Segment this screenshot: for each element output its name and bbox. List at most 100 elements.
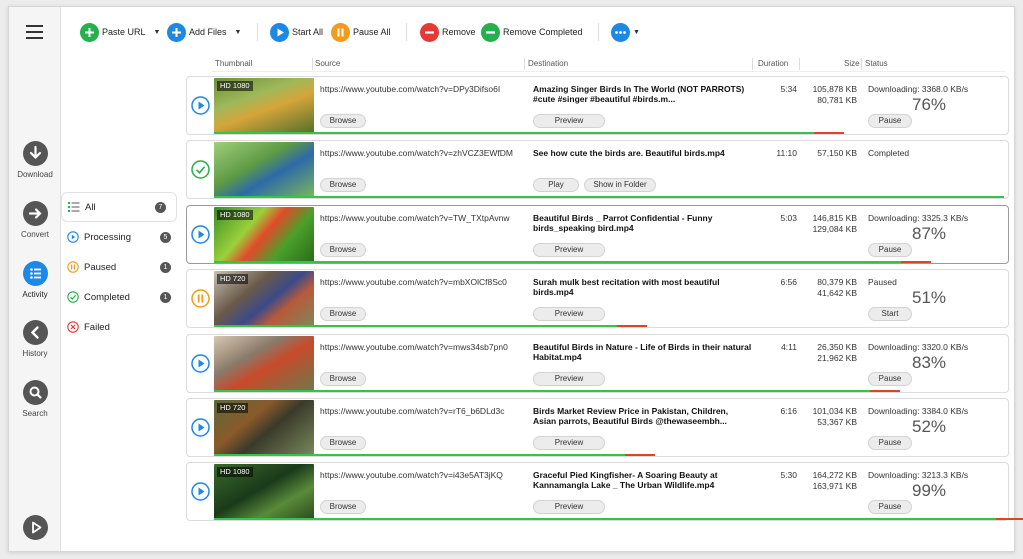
quality-badge: HD 720 (217, 403, 249, 413)
filter-processing[interactable]: Processing 5 (61, 222, 181, 252)
destination-filename: Beautiful Birds in Nature - Life of Bird… (533, 341, 752, 362)
show-in-folder-button[interactable]: Show in Folder (584, 178, 656, 193)
preview-button[interactable]: Preview (533, 371, 605, 386)
toolbar-divider (406, 23, 407, 41)
play-circle-icon[interactable] (191, 482, 210, 502)
col-size: Size (844, 59, 860, 68)
filter-paused-label: Paused (84, 261, 117, 273)
browse-button[interactable]: Browse (320, 178, 366, 193)
nav-history-label: History (22, 349, 48, 358)
browse-button[interactable]: Browse (320, 436, 366, 450)
filter-list: All 7 Processing 5 Paused 1 Completed 1 … (61, 192, 181, 342)
pause-circle-icon[interactable] (191, 289, 210, 308)
download-row[interactable]: HD 1080 https://www.youtube.com/watch?v=… (186, 462, 1023, 522)
status-text: Completed (868, 148, 910, 159)
minus-icon (420, 22, 439, 42)
progress-percent: 51% (912, 288, 947, 308)
browse-button[interactable]: Browse (320, 114, 366, 128)
preview-button[interactable]: Preview (533, 436, 605, 450)
duration: 5:03 (780, 212, 797, 223)
history-back-icon (22, 320, 48, 345)
quality-badge: HD 720 (217, 274, 249, 285)
preview-button[interactable]: Preview (533, 114, 605, 128)
destination-filename: Surah mulk best recitation with most bea… (533, 277, 720, 298)
nav-search[interactable]: Search (9, 380, 61, 418)
nav-download[interactable]: Download (9, 141, 61, 179)
download-row[interactable]: https://www.youtube.com/watch?v=mws34sb7… (186, 333, 1009, 393)
destination-filename: Beautiful Birds _ Parrot Confidential - … (533, 212, 713, 233)
preview-button[interactable]: Preview (533, 500, 605, 515)
play-circle-icon[interactable] (191, 353, 210, 373)
status-text: Downloading: 3325.3 KB/s (868, 212, 969, 223)
download-row[interactable]: HD 720 https://www.youtube.com/watch?v=m… (186, 269, 1009, 329)
size-info: 146,815 KB 129,084 KB (805, 213, 857, 235)
toolbar: Paste URL ▼ Add Files ▼ Start All Pause … (61, 7, 1014, 57)
download-row[interactable]: HD 1080 https://www.youtube.com/watch?v=… (186, 76, 1009, 135)
preview-button[interactable]: Preview (533, 242, 605, 257)
nav-convert[interactable]: Convert (9, 201, 61, 239)
pause-button[interactable]: Pause (868, 371, 912, 386)
chevron-down-icon[interactable]: ▼ (235, 29, 242, 36)
pause-all-button[interactable]: Pause All (331, 22, 391, 42)
browse-button[interactable]: Browse (320, 242, 366, 257)
more-dots-icon (611, 22, 630, 42)
chevron-down-icon[interactable]: ▼ (154, 29, 161, 36)
filter-paused[interactable]: Paused 1 (61, 252, 181, 282)
destination-filename: Amazing Singer Birds In The World (NOT P… (533, 84, 745, 104)
player-play-icon[interactable] (23, 515, 48, 540)
col-destination: Destination (528, 59, 569, 68)
filter-all[interactable]: All 7 (61, 192, 177, 222)
pause-button[interactable]: Pause (868, 436, 912, 450)
download-row[interactable]: HD 720 https://www.youtube.com/watch?v=r… (186, 398, 1009, 457)
browse-button[interactable]: Browse (320, 307, 366, 322)
size-total: 146,815 KB (812, 212, 857, 223)
download-row[interactable]: https://www.youtube.com/watch?v=zhVCZ3EW… (186, 140, 1009, 200)
play-button[interactable]: Play (533, 178, 579, 193)
duration: 5:34 (780, 84, 797, 94)
size-info: 26,350 KB 21,962 KB (805, 342, 857, 364)
quality-badge: HD 1080 (217, 467, 253, 478)
filter-completed-count: 1 (160, 291, 171, 303)
remove-completed-button[interactable]: Remove Completed (481, 22, 583, 42)
status-text: Downloading: 3320.0 KB/s (868, 341, 969, 352)
download-icon (22, 141, 48, 166)
x-circle-icon (67, 321, 79, 333)
nav-history[interactable]: History (9, 320, 61, 358)
filter-all-label: All (85, 201, 96, 213)
activity-list-icon (22, 261, 48, 286)
play-circle-icon[interactable] (191, 225, 210, 244)
pause-button[interactable]: Pause (868, 500, 912, 515)
column-divider (861, 58, 862, 70)
left-navbar: Download Convert Activity History Search (9, 7, 61, 551)
check-circle-icon[interactable] (191, 160, 210, 180)
play-circle-icon[interactable] (191, 418, 210, 437)
pause-button[interactable]: Pause (868, 242, 912, 257)
filter-failed-label: Failed (84, 321, 110, 333)
pause-button[interactable]: Pause (868, 114, 912, 128)
download-row[interactable]: HD 1080 https://www.youtube.com/watch?v=… (186, 204, 1009, 264)
add-files-button[interactable]: Add Files ▼ (167, 22, 241, 42)
more-options-button[interactable]: ▼ (611, 22, 640, 42)
progress-percent: 76% (912, 95, 947, 114)
status-text: Downloading: 3213.3 KB/s (868, 470, 969, 481)
status-text: Downloading: 3368.0 KB/s (868, 84, 969, 94)
start-button[interactable]: Start (868, 307, 912, 322)
preview-button[interactable]: Preview (533, 307, 605, 322)
filter-failed[interactable]: Failed (61, 312, 181, 342)
paste-url-button[interactable]: Paste URL ▼ (80, 22, 160, 42)
table-header: Thumbnail Source Destination Duration Si… (212, 56, 1006, 72)
pause-circle-icon (67, 261, 79, 273)
start-all-button[interactable]: Start All (270, 22, 323, 42)
filter-completed[interactable]: Completed 1 (61, 282, 181, 312)
remove-button[interactable]: Remove (420, 22, 476, 42)
remove-label: Remove (442, 27, 476, 37)
nav-activity[interactable]: Activity (9, 261, 61, 299)
menu-icon[interactable] (26, 25, 43, 39)
progress-bar (214, 389, 900, 392)
toolbar-divider (257, 23, 258, 41)
progress-percent: 52% (912, 417, 947, 436)
minus-icon (481, 22, 500, 42)
browse-button[interactable]: Browse (320, 500, 366, 515)
browse-button[interactable]: Browse (320, 371, 366, 386)
play-circle-icon[interactable] (191, 96, 210, 115)
